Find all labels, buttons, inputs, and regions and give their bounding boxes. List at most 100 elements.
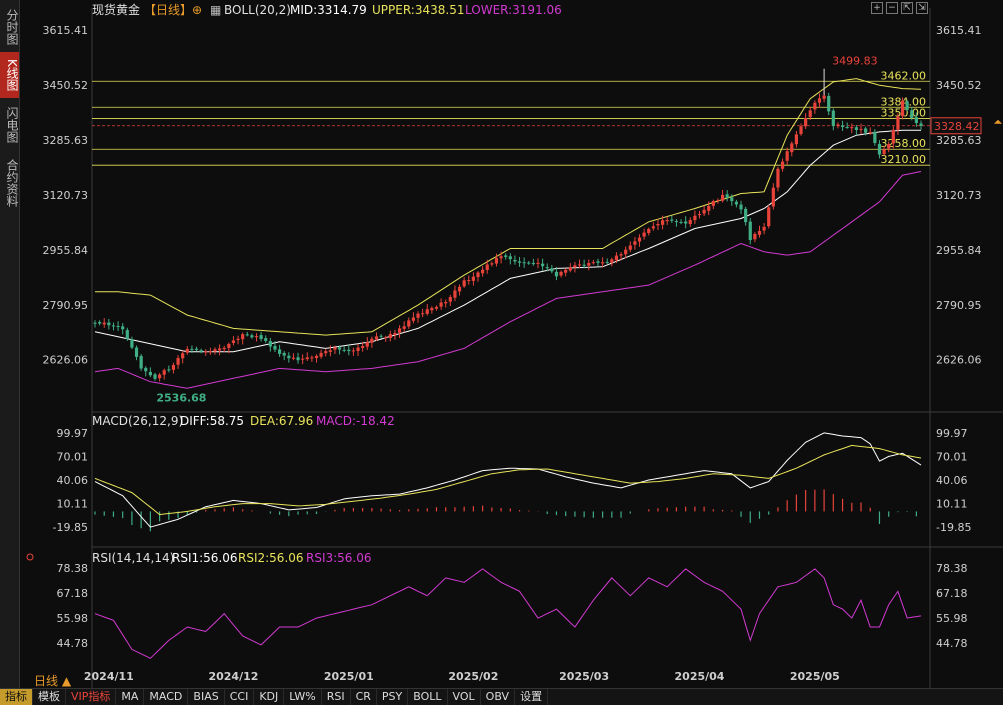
macd-tick-left: 70.01 [57,450,89,463]
candle-body [457,286,462,292]
candle-body [291,357,296,359]
candle-body [397,328,402,333]
candle [444,299,448,308]
candle [739,200,743,215]
candle [702,205,706,217]
candle [762,223,766,235]
candle-body [785,151,789,161]
toolbar-item-vol[interactable]: VOL [448,689,481,705]
candle-body [393,332,397,335]
candle-body [840,125,845,128]
expand-icon[interactable]: ⇱ [901,2,913,14]
candle-body [642,232,646,237]
candle [817,93,822,108]
toolbar-item-cci[interactable]: CCI [225,689,255,705]
rsi-tick-right: 55.98 [936,612,968,625]
rsi-tick-right: 67.18 [936,587,968,600]
toolbar-item-[interactable]: 设置 [515,689,549,705]
candle [799,123,803,136]
toolbar-item-cr[interactable]: CR [351,689,377,705]
candle-body [388,334,392,339]
candle [324,348,328,357]
candle [688,217,692,227]
candle [836,122,840,129]
zoom-out-icon[interactable]: − [886,2,898,14]
candle [748,217,752,245]
candle-body [259,335,263,339]
candle-body [245,334,249,336]
candle [610,257,614,267]
boll-upper-value: UPPER:3438.51 [372,3,464,17]
candle-body [808,110,812,118]
candle-body [531,262,535,265]
candle-body [688,219,692,225]
candle [850,123,854,134]
candle [725,190,729,202]
candle-body [780,161,785,169]
candle-body [804,117,808,127]
toolbar-item-psy[interactable]: PSY [377,689,409,705]
candle-body [421,313,425,315]
toolbar-item-bias[interactable]: BIAS [188,689,225,705]
candle-body [536,262,540,264]
candle [577,259,582,269]
toolbar-item-obv[interactable]: OBV [481,689,516,705]
candle [859,123,863,135]
candle [125,327,129,341]
candle [268,337,272,352]
candle [462,277,466,288]
candle-body [637,237,642,242]
toolbar-item-macd[interactable]: MACD [144,689,189,705]
candle [347,344,351,356]
candle-body [328,350,332,352]
price-tick-left: 3285.63 [43,134,89,147]
zoom-in-icon[interactable]: + [871,2,883,14]
candle-body [605,261,609,263]
price-tick-right: 3450.52 [936,79,982,92]
candle-body [734,201,739,205]
candle [670,215,674,223]
toolbar-item-rsi[interactable]: RSI [322,689,351,705]
candle [305,352,309,362]
toolbar-item-boll[interactable]: BOLL [408,689,448,705]
candle [628,241,632,253]
candle [434,305,439,311]
candle-body [93,322,97,324]
candle-body [434,306,439,309]
candle [204,349,208,356]
candle-body [670,219,674,221]
toolbar-item-kdj[interactable]: KDJ [254,689,285,705]
candle [808,106,812,120]
candle-body [370,338,374,343]
toolbar-item-lw[interactable]: LW% [284,689,322,705]
candle [421,308,425,318]
instrument-name: 现货黄金 [92,2,140,17]
toolbar-item-[interactable]: 模板 [33,689,66,705]
toolbar-item-vip[interactable]: VIP指标 [66,689,117,705]
candle [720,189,725,203]
candle-body [287,355,291,359]
candle-body [167,369,171,371]
period-selector[interactable]: 日线 ▲ [34,672,71,689]
candle-body [121,326,125,330]
toolbar-item-[interactable]: 指标 [0,689,33,705]
date-label: 2025/05 [790,670,840,683]
candle [102,318,106,328]
candle-body [591,262,595,264]
candle-body [647,228,651,234]
candle [213,347,217,355]
candle-body [674,221,679,223]
candle-body [402,326,406,329]
toolbar-item-ma[interactable]: MA [116,689,145,705]
candle-body [411,317,416,321]
candle-body [356,347,360,351]
macd-tick-right: 70.01 [936,450,968,463]
candle [513,255,517,265]
candle-body [864,128,868,133]
collapse-icon[interactable]: ⇲ [916,2,928,14]
candle-body [204,351,208,353]
candle-body [725,194,729,199]
kline-chart[interactable]: 3462.003384.003350.003258.003210.003328.… [0,0,1003,688]
period-tag: 【日线】 [144,3,192,17]
candle [319,349,323,359]
